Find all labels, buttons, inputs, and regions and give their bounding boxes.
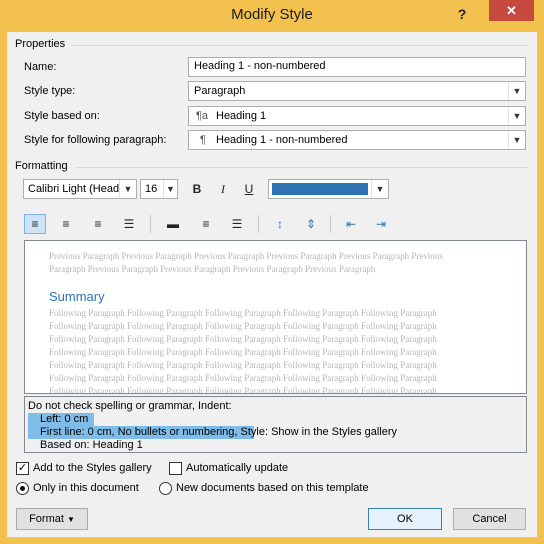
- linked-style-icon: ¶a: [196, 110, 209, 122]
- properties-divider: [71, 45, 529, 46]
- following-paragraph-line: Following Paragraph Following Paragraph …: [49, 321, 437, 331]
- font-color-select[interactable]: ▼: [268, 179, 389, 199]
- following-paragraph-line: Following Paragraph Following Paragraph …: [49, 386, 437, 394]
- chevron-down-icon[interactable]: ▼: [119, 180, 136, 198]
- toolbar-separator: [258, 215, 259, 233]
- only-this-document-label: Only in this document: [33, 482, 139, 494]
- description-highlight-text: First line: 0 cm, No bullets or numberin…: [40, 426, 238, 438]
- auto-update-checkbox[interactable]: [169, 462, 182, 475]
- formatting-divider: [75, 167, 529, 168]
- following-style-select[interactable]: ¶ Heading 1 - non-numbered ▼: [188, 130, 526, 150]
- font-size-value: 16: [145, 183, 158, 195]
- italic-button[interactable]: I: [212, 179, 234, 199]
- ok-button[interactable]: OK: [368, 508, 442, 530]
- color-swatch: [272, 183, 368, 195]
- previous-paragraph-line: Previous Paragraph Previous Paragraph Pr…: [49, 251, 443, 261]
- style-based-on-select[interactable]: ¶a Heading 1 ▼: [188, 106, 526, 126]
- following-paragraph-line: Following Paragraph Following Paragraph …: [49, 373, 437, 383]
- toolbar-separator: [330, 215, 331, 233]
- previous-paragraph-line: Paragraph Previous Paragraph Previous Pa…: [49, 264, 376, 274]
- font-select[interactable]: Calibri Light (Head ▼: [23, 179, 137, 199]
- style-type-value: Paragraph: [194, 85, 246, 97]
- chevron-down-icon: ▼: [66, 515, 75, 524]
- style-based-on-label: Style based on:: [24, 110, 100, 122]
- properties-heading: Properties: [15, 38, 66, 50]
- one-half-spacing-button[interactable]: ≡: [195, 214, 217, 234]
- style-preview: Previous Paragraph Previous Paragraph Pr…: [24, 240, 527, 394]
- only-this-document-radio[interactable]: [16, 482, 29, 495]
- following-paragraph-line: Following Paragraph Following Paragraph …: [49, 360, 437, 370]
- cancel-button[interactable]: Cancel: [453, 508, 526, 530]
- single-spacing-button[interactable]: ▬: [162, 214, 184, 234]
- new-documents-label: New documents based on this template: [176, 482, 369, 494]
- style-type-label: Style type:: [24, 85, 76, 97]
- paragraph-icon: ¶: [200, 134, 206, 146]
- double-spacing-button[interactable]: ☰: [226, 214, 248, 234]
- increase-indent-icon[interactable]: ⇥: [370, 214, 392, 234]
- format-button[interactable]: Format ▼: [16, 508, 88, 530]
- chevron-down-icon[interactable]: ▼: [371, 180, 388, 198]
- following-paragraph-line: Following Paragraph Following Paragraph …: [49, 347, 437, 357]
- description-line: First line: 0 cm, No bullets or numberin…: [40, 426, 397, 439]
- underline-button[interactable]: U: [238, 179, 260, 199]
- new-documents-radio[interactable]: [159, 482, 172, 495]
- description-line: Left: 0 cm: [40, 413, 89, 425]
- auto-update-label: Automatically update: [186, 462, 289, 474]
- align-left-button[interactable]: ≡: [24, 214, 46, 234]
- preview-sample-text: Summary: [49, 289, 105, 304]
- format-button-label: Format: [29, 513, 64, 525]
- title-bar[interactable]: Modify Style ? ✕: [0, 0, 544, 32]
- style-type-select[interactable]: Paragraph ▼: [188, 81, 526, 101]
- decrease-spacing-before-icon[interactable]: ⇕: [300, 214, 322, 234]
- chevron-down-icon[interactable]: ▼: [508, 107, 525, 125]
- align-center-button[interactable]: ≡: [55, 214, 77, 234]
- name-field[interactable]: Heading 1 - non-numbered: [188, 57, 526, 77]
- font-value: Calibri Light (Head: [28, 183, 120, 195]
- description-text: Style: Show in the Styles gallery: [237, 426, 398, 438]
- description-line: Do not check spelling or grammar, Indent…: [28, 400, 232, 412]
- style-based-on-value: Heading 1: [216, 110, 267, 122]
- decrease-indent-icon[interactable]: ⇤: [340, 214, 362, 234]
- following-paragraph-line: Following Paragraph Following Paragraph …: [49, 334, 437, 344]
- radio-dot: [20, 486, 25, 491]
- name-label: Name:: [24, 61, 57, 73]
- add-to-gallery-label: Add to the Styles gallery: [33, 462, 152, 474]
- chevron-down-icon[interactable]: ▼: [163, 180, 177, 198]
- formatting-heading: Formatting: [15, 160, 68, 172]
- add-to-gallery-checkbox[interactable]: ✓: [16, 462, 29, 475]
- increase-spacing-before-icon[interactable]: ↕: [269, 214, 291, 234]
- dialog-body: Properties Name: Heading 1 - non-numbere…: [7, 32, 537, 537]
- following-style-value: Heading 1 - non-numbered: [216, 134, 348, 146]
- description-line: Based on: Heading 1: [40, 439, 143, 451]
- justify-button[interactable]: ☰: [118, 214, 140, 234]
- following-style-label: Style for following paragraph:: [24, 134, 167, 146]
- font-size-select[interactable]: 16 ▼: [140, 179, 178, 199]
- chevron-down-icon[interactable]: ▼: [508, 82, 525, 100]
- align-right-button[interactable]: ≡: [87, 214, 109, 234]
- bold-button[interactable]: B: [186, 179, 208, 199]
- chevron-down-icon[interactable]: ▼: [508, 131, 525, 149]
- style-description: Do not check spelling or grammar, Indent…: [24, 396, 527, 453]
- help-button[interactable]: ?: [448, 2, 476, 26]
- close-button[interactable]: ✕: [489, 0, 534, 21]
- toolbar-separator: [150, 215, 151, 233]
- following-paragraph-line: Following Paragraph Following Paragraph …: [49, 308, 437, 318]
